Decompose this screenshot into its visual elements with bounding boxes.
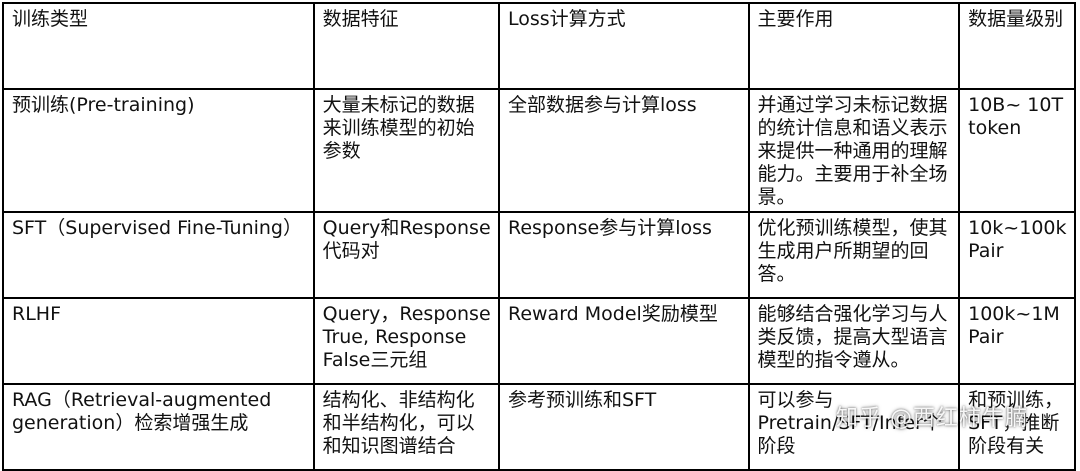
table-row: RLHF Query，Response True, Response False… — [2, 297, 1076, 385]
comparison-table: 训练类型 数据特征 Loss计算方式 主要作用 数据量级别 预训练(Pre-tr… — [2, 2, 1076, 471]
header-cell: 数据特征 — [312, 2, 500, 90]
header-cell: Loss计算方式 — [497, 2, 750, 90]
cell-text: 并通过学习未标记数据的统计信息和语义表示来提供一种通用的理解能力。主要用于补全场… — [757, 94, 948, 208]
table-cell: 优化预训练模型，使其生成用户所期望的回答。 — [747, 211, 961, 299]
table-cell: 并通过学习未标记数据的统计信息和语义表示来提供一种通用的理解能力。主要用于补全场… — [747, 88, 961, 213]
cell-text: 10B~ 10T token — [968, 94, 1064, 139]
cell-text: 预训练(Pre-training) — [12, 94, 195, 116]
cell-text: 参考预训练和SFT — [507, 389, 657, 411]
table-cell: 和预训练，SFT，推断阶段有关 — [958, 383, 1076, 471]
table-cell: SFT（Supervised Fine-Tuning） — [2, 211, 315, 299]
table-cell: 10B~ 10T token — [958, 88, 1076, 213]
cell-text: 结构化、非结构化和半结构化，可以和知识图谱结合 — [322, 389, 475, 457]
table-cell: 全部数据参与计算loss — [497, 88, 750, 213]
table-cell: 结构化、非结构化和半结构化，可以和知识图谱结合 — [312, 383, 500, 471]
header-text: 主要作用 — [757, 8, 834, 30]
table-cell: 能够结合强化学习与人类反馈，提高大型语言模型的指令遵从。 — [747, 297, 961, 385]
table-cell: Query和Response代码对 — [312, 211, 500, 299]
cell-text: SFT（Supervised Fine-Tuning） — [12, 217, 302, 239]
table-row: 预训练(Pre-training) 大量未标记的数据来训练模型的初始参数 全部数… — [2, 88, 1076, 213]
cell-text: 大量未标记的数据来训练模型的初始参数 — [322, 94, 475, 162]
cell-text: RAG（Retrieval-augmented generation）检索增强生… — [12, 389, 272, 434]
cell-text: Reward Model奖励模型 — [507, 303, 718, 325]
header-text: 数据特征 — [322, 8, 399, 30]
page: 训练类型 数据特征 Loss计算方式 主要作用 数据量级别 预训练(Pre-tr… — [0, 0, 1080, 471]
table-row: RAG（Retrieval-augmented generation）检索增强生… — [2, 383, 1076, 471]
cell-text: 和预训练，SFT，推断阶段有关 — [968, 389, 1064, 457]
header-cell: 主要作用 — [747, 2, 961, 90]
table-cell: RAG（Retrieval-augmented generation）检索增强生… — [2, 383, 315, 471]
cell-text: 能够结合强化学习与人类反馈，提高大型语言模型的指令遵从。 — [757, 303, 948, 371]
table-cell: RLHF — [2, 297, 315, 385]
header-cell: 训练类型 — [2, 2, 315, 90]
table-cell: 100k~1M Pair — [958, 297, 1076, 385]
table-cell: 可以参与Pretrain/SFT/Infer个阶段 — [747, 383, 961, 471]
cell-text: Response参与计算loss — [507, 217, 712, 239]
cell-text: 100k~1M Pair — [968, 303, 1060, 348]
header-cell: 数据量级别 — [958, 2, 1076, 90]
cell-text: Query，Response True, Response False三元组 — [322, 303, 491, 371]
cell-text: 10k~100k Pair — [968, 217, 1067, 262]
header-text: Loss计算方式 — [507, 8, 626, 30]
table-cell: 大量未标记的数据来训练模型的初始参数 — [312, 88, 500, 213]
cell-text: 可以参与Pretrain/SFT/Infer个阶段 — [757, 389, 942, 457]
cell-text: Query和Response代码对 — [322, 217, 491, 262]
table-cell: 预训练(Pre-training) — [2, 88, 315, 213]
table-cell: Reward Model奖励模型 — [497, 297, 750, 385]
table-header-row: 训练类型 数据特征 Loss计算方式 主要作用 数据量级别 — [2, 2, 1076, 90]
table-cell: 10k~100k Pair — [958, 211, 1076, 299]
table-cell: Query，Response True, Response False三元组 — [312, 297, 500, 385]
cell-text: 全部数据参与计算loss — [507, 94, 697, 116]
cell-text: 优化预训练模型，使其生成用户所期望的回答。 — [757, 217, 948, 285]
cell-text: RLHF — [12, 303, 62, 325]
header-text: 训练类型 — [12, 8, 89, 30]
table-cell: Response参与计算loss — [497, 211, 750, 299]
header-text: 数据量级别 — [968, 8, 1064, 30]
table-row: SFT（Supervised Fine-Tuning） Query和Respon… — [2, 211, 1076, 299]
table-cell: 参考预训练和SFT — [497, 383, 750, 471]
